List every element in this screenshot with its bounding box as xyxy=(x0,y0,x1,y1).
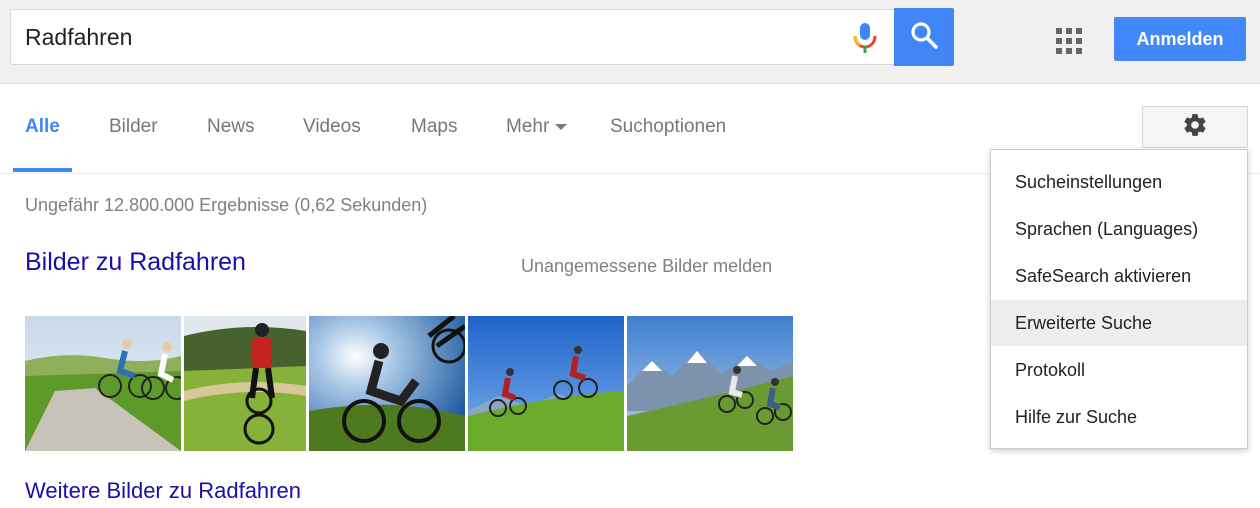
report-images-link[interactable]: Unangemessene Bilder melden xyxy=(521,256,772,277)
caret-down-icon xyxy=(555,123,568,130)
signin-button[interactable]: Anmelden xyxy=(1114,17,1246,61)
image-thumbnail-3[interactable] xyxy=(309,316,465,451)
tab-mehr[interactable]: Mehr xyxy=(506,84,568,172)
search-box[interactable] xyxy=(10,9,894,65)
menu-item-safesearch[interactable]: SafeSearch aktivieren xyxy=(991,253,1247,299)
menu-item-search-help[interactable]: Hilfe zur Suche xyxy=(991,394,1247,440)
tab-alle[interactable]: Alle xyxy=(13,84,72,172)
tab-news[interactable]: News xyxy=(207,84,255,172)
tab-maps[interactable]: Maps xyxy=(411,84,457,172)
settings-menu: Sucheinstellungen Sprachen (Languages) S… xyxy=(990,149,1248,449)
tab-bilder[interactable]: Bilder xyxy=(109,84,158,172)
image-thumbnail-1[interactable] xyxy=(25,316,181,451)
microphone-icon[interactable] xyxy=(851,23,879,53)
result-stats: Ungefähr 12.800.000 Ergebnisse (0,62 Sek… xyxy=(25,195,428,215)
tab-suchoptionen[interactable]: Suchoptionen xyxy=(610,84,726,172)
menu-item-advanced-search[interactable]: Erweiterte Suche xyxy=(991,300,1247,346)
search-input[interactable] xyxy=(11,10,831,64)
search-icon xyxy=(910,21,938,54)
tab-videos[interactable]: Videos xyxy=(303,84,361,172)
search-header: Anmelden xyxy=(0,0,1260,84)
image-thumbnail-4[interactable] xyxy=(468,316,624,451)
images-heading-link[interactable]: Bilder zu Radfahren xyxy=(25,248,246,277)
menu-item-languages[interactable]: Sprachen (Languages) xyxy=(991,206,1247,252)
search-button[interactable] xyxy=(894,8,954,66)
image-thumbnail-2[interactable] xyxy=(184,316,306,451)
gear-icon xyxy=(1182,112,1208,143)
settings-button[interactable] xyxy=(1142,106,1248,148)
menu-item-search-settings[interactable]: Sucheinstellungen xyxy=(991,159,1247,205)
more-images-link[interactable]: Weitere Bilder zu Radfahren xyxy=(25,478,301,504)
apps-grid-icon[interactable] xyxy=(1056,28,1082,54)
image-thumbnail-5[interactable] xyxy=(627,316,793,451)
tab-mehr-label: Mehr xyxy=(506,116,550,137)
menu-item-history[interactable]: Protokoll xyxy=(991,347,1247,393)
